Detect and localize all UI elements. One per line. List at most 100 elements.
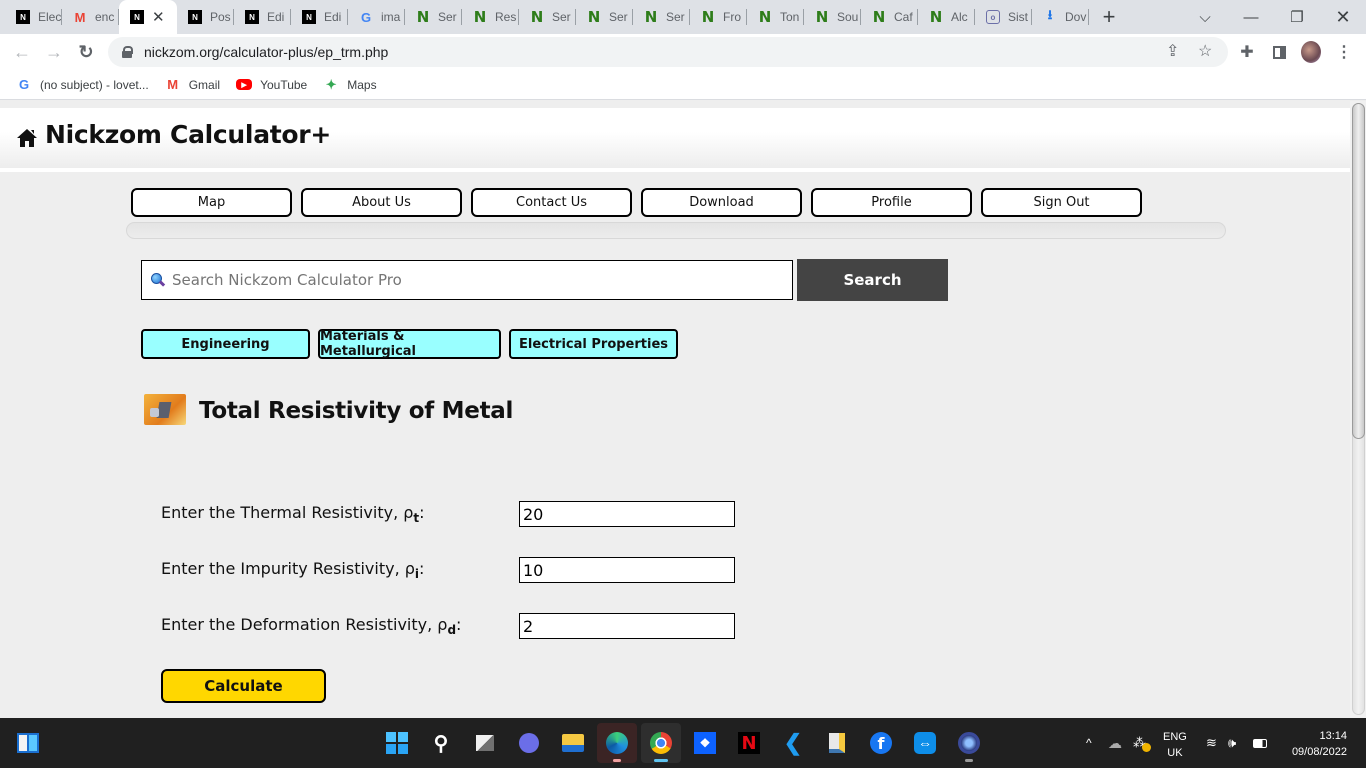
volume-icon[interactable]: 🕪 (1228, 718, 1236, 768)
n-favicon-icon: N (644, 8, 658, 26)
bookmark-no-subject[interactable]: G (no subject) - lovet... (16, 77, 149, 93)
main-nav: Map About Us Contact Us Download Profile… (131, 188, 1151, 217)
show-hidden-icons[interactable]: ^ (1086, 718, 1092, 768)
search-button[interactable]: Search (797, 259, 948, 301)
side-panel-icon[interactable] (1269, 42, 1289, 62)
windows-start-icon (386, 732, 408, 754)
dropbox-button[interactable]: ❖ (685, 723, 725, 763)
breadcrumb-engineering[interactable]: Engineering (141, 329, 310, 359)
new-tab-button[interactable]: + (1089, 4, 1129, 30)
bookmark-youtube[interactable]: ▶ YouTube (236, 78, 307, 92)
deformation-resistivity-input[interactable] (519, 613, 735, 639)
browser-tab-strip: N Elec Menc N ✕ N Pos N Edi N Edi Gima N Ser N… (0, 0, 1366, 34)
profile-avatar[interactable] (1301, 41, 1321, 63)
nav-profile-button[interactable]: Profile (811, 188, 972, 217)
breadcrumb-electrical-properties[interactable]: Electrical Properties (509, 329, 678, 359)
back-button[interactable]: ← (10, 40, 34, 64)
gmail-favicon-icon: M (74, 9, 86, 25)
teams-chat-button[interactable] (509, 723, 549, 763)
edge-button[interactable] (597, 723, 637, 763)
teamviewer-button[interactable]: ⇔ (905, 723, 945, 763)
browser-tab[interactable]: N Ton (747, 0, 804, 34)
browser-tab[interactable]: o Sist (975, 0, 1032, 34)
breadcrumb-materials-metallurgical[interactable]: Materials & Metallurgical (318, 329, 501, 359)
browser-tab[interactable]: Menc (62, 0, 119, 34)
browser-tab[interactable]: N Pos (177, 0, 234, 34)
dropbox-icon: ❖ (694, 732, 716, 754)
task-view-button[interactable] (465, 723, 505, 763)
system-clock[interactable]: 13:14 09/08/2022 (1283, 728, 1347, 760)
chrome-icon (650, 732, 672, 754)
browser-tab-active[interactable]: N ✕ (119, 0, 177, 34)
calculate-button[interactable]: Calculate (161, 669, 326, 703)
browser-tab[interactable]: N Res (462, 0, 519, 34)
minimize-button[interactable]: — (1228, 0, 1274, 34)
browser-tab[interactable]: N Fro (690, 0, 747, 34)
restore-button[interactable]: ❐ (1274, 0, 1320, 34)
forward-button[interactable]: → (42, 40, 66, 64)
widgets-button[interactable] (8, 723, 48, 763)
impurity-resistivity-input[interactable] (519, 557, 735, 583)
browser-tab[interactable]: N Ser (576, 0, 633, 34)
browser-tab[interactable]: N Edi (291, 0, 348, 34)
browser-tab[interactable]: ⭳ Dov (1032, 0, 1089, 34)
task-view-icon (474, 732, 496, 754)
n-favicon-icon: N (758, 8, 772, 26)
browser-tab[interactable]: N Caf (861, 0, 918, 34)
browser-tab[interactable]: N Ser (519, 0, 576, 34)
page-content: Nickzom Calculator+ Map About Us Contact… (0, 101, 1350, 718)
search-input[interactable] (172, 271, 772, 289)
browser-tab[interactable]: N Sou (804, 0, 861, 34)
browser-tab[interactable]: N Edi (234, 0, 291, 34)
bookmark-maps[interactable]: ✦ Maps (323, 77, 377, 93)
nav-download-button[interactable]: Download (641, 188, 802, 217)
browser-tab[interactable]: Gima (348, 0, 405, 34)
vscode-button[interactable]: ❮ (773, 723, 813, 763)
google-icon: G (18, 77, 30, 92)
start-button[interactable] (377, 723, 417, 763)
breadcrumb: Engineering Materials & Metallurgical El… (141, 329, 686, 359)
browser-tab[interactable]: N Ser (405, 0, 462, 34)
onedrive-icon[interactable]: ☁ (1108, 718, 1122, 768)
close-window-button[interactable]: ✕ (1320, 0, 1366, 34)
nav-map-button[interactable]: Map (131, 188, 292, 217)
netflix-button[interactable]: N (729, 723, 769, 763)
gmail-icon: M (167, 77, 179, 92)
n-favicon-icon: N (473, 8, 487, 26)
reload-button[interactable]: ↻ (74, 40, 98, 64)
share-icon[interactable]: ⇪ (1166, 41, 1179, 61)
thermal-resistivity-input[interactable] (519, 501, 735, 527)
nav-contact-us-button[interactable]: Contact Us (471, 188, 632, 217)
scrollbar-thumb[interactable] (1352, 103, 1365, 439)
browser-tab[interactable]: N Alc (918, 0, 975, 34)
search-icon: ⚲ (433, 732, 449, 755)
nav-about-us-button[interactable]: About Us (301, 188, 462, 217)
python-file-button[interactable] (817, 723, 857, 763)
site-title-link[interactable]: Nickzom Calculator+ (16, 120, 331, 149)
battery-icon[interactable] (1253, 718, 1267, 768)
wifi-icon[interactable]: ≋ (1206, 718, 1217, 768)
bookmark-star-icon[interactable]: ☆ (1198, 41, 1212, 61)
deformation-resistivity-row: Enter the Deformation Resistivity, ρd: (161, 613, 735, 639)
site-header: Nickzom Calculator+ (0, 108, 1350, 172)
network-status-icon[interactable]: ⁂ (1133, 718, 1151, 768)
address-bar[interactable]: nickzom.org/calculator-plus/ep_trm.php ⇪… (108, 37, 1228, 67)
tab-search-chevron-icon[interactable]: ⌵ (1182, 0, 1228, 34)
browser-tab[interactable]: N Elec (5, 0, 62, 34)
chrome-button[interactable] (641, 723, 681, 763)
browser-tab[interactable]: N Ser (633, 0, 690, 34)
app-button[interactable] (949, 723, 989, 763)
language-indicator[interactable]: ENG UK (1163, 729, 1187, 761)
extensions-puzzle-icon[interactable]: ✚ (1237, 42, 1257, 62)
close-tab-icon[interactable]: ✕ (152, 8, 165, 26)
n-favicon-icon: N (587, 8, 601, 26)
sist-favicon-icon: o (986, 10, 1000, 24)
page-scrollbar[interactable] (1350, 101, 1366, 718)
taskbar-search-button[interactable]: ⚲ (421, 723, 461, 763)
facebook-button[interactable]: f (861, 723, 901, 763)
file-explorer-button[interactable] (553, 723, 593, 763)
calculator-thumbnail-icon (144, 394, 186, 425)
menu-kebab-icon[interactable]: ⋮ (1334, 42, 1354, 62)
nav-sign-out-button[interactable]: Sign Out (981, 188, 1142, 217)
bookmark-gmail[interactable]: M Gmail (165, 77, 220, 93)
